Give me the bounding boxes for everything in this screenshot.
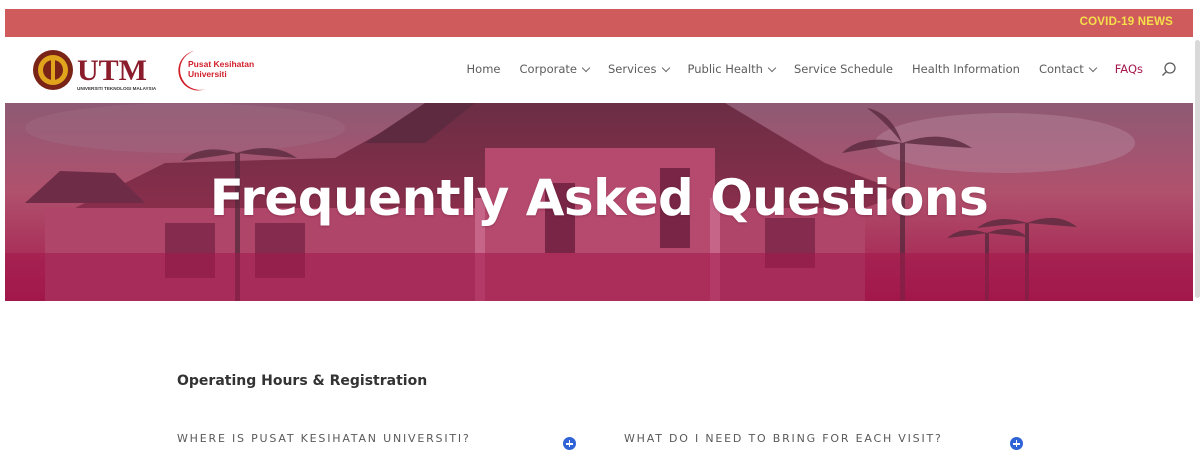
nav-item-contact[interactable]: Contact: [1039, 62, 1097, 76]
nav-item-health-information[interactable]: Health Information: [912, 62, 1020, 76]
covid-news-link[interactable]: COVID-19 NEWS: [1080, 16, 1173, 28]
utm-logo[interactable]: UTM UNIVERSITI TEKNOLOGI MALAYSIA Pusat …: [31, 47, 261, 93]
nav-item-corporate[interactable]: Corporate: [520, 62, 591, 76]
nav-item-home[interactable]: Home: [467, 62, 501, 76]
faq-question: WHERE IS PUSAT KESIHATAN UNIVERSITI?: [177, 432, 471, 445]
section-heading: Operating Hours & Registration: [177, 373, 428, 389]
utm-subtitle: UNIVERSITI TEKNOLOGI MALAYSIA: [77, 86, 157, 91]
main-nav: Home Corporate Services Public Health Se…: [448, 61, 1177, 77]
page-title: Frequently Asked Questions: [209, 169, 989, 227]
utm-wordmark: UTM: [77, 54, 147, 87]
plus-circle-icon[interactable]: [563, 437, 576, 450]
top-bar: COVID-19 NEWS: [5, 9, 1193, 37]
plus-circle-icon[interactable]: [1010, 437, 1023, 450]
pusat-kesihatan-label: Pusat Kesihatan: [188, 59, 254, 69]
hero-banner: Frequently Asked Questions: [5, 103, 1193, 301]
chevron-down-icon: [661, 63, 670, 72]
faq-item[interactable]: WHERE IS PUSAT KESIHATAN UNIVERSITI?: [177, 432, 471, 445]
nav-item-service-schedule[interactable]: Service Schedule: [794, 62, 893, 76]
nav-item-faqs[interactable]: FAQs: [1115, 62, 1143, 76]
nav-item-services[interactable]: Services: [608, 62, 670, 76]
page: COVID-19 NEWS UTM UNIVERSITI TEKNOLOGI M…: [0, 0, 1203, 468]
faq-question: WHAT DO I NEED TO BRING FOR EACH VISIT?: [624, 432, 943, 445]
search-icon[interactable]: [1161, 61, 1177, 77]
universiti-label: Universiti: [188, 69, 227, 79]
scrollbar[interactable]: [1195, 40, 1200, 298]
chevron-down-icon: [1088, 63, 1097, 72]
chevron-down-icon: [767, 63, 777, 72]
faq-item[interactable]: WHAT DO I NEED TO BRING FOR EACH VISIT?: [624, 432, 943, 445]
chevron-down-icon: [581, 63, 591, 72]
site-header: UTM UNIVERSITI TEKNOLOGI MALAYSIA Pusat …: [5, 37, 1193, 103]
nav-item-public-health[interactable]: Public Health: [688, 62, 777, 76]
